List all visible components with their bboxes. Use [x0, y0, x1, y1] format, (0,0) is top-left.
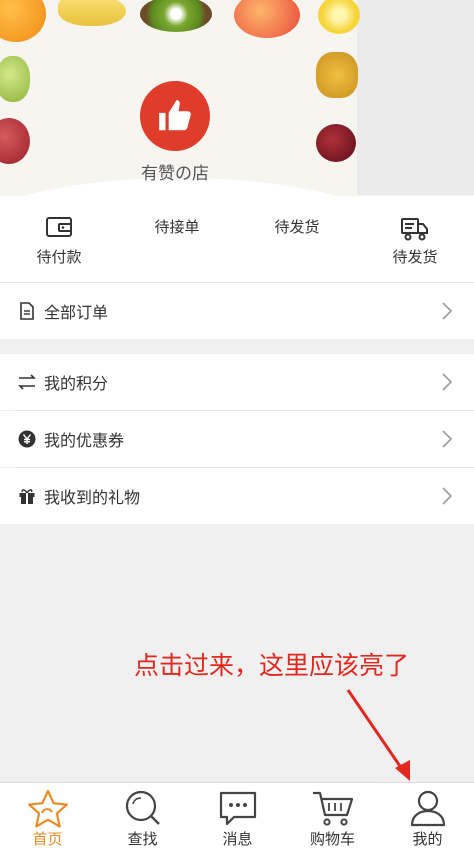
- tab-label: 消息: [222, 830, 253, 848]
- tab-label: 我的: [412, 830, 443, 848]
- shop-name: 有赞の店: [141, 164, 209, 184]
- banana-fruit-image: [58, 0, 126, 26]
- peach-fruit-image: [234, 0, 300, 38]
- tab-label: 查找: [127, 830, 158, 848]
- tab-messages[interactable]: 消息: [190, 783, 285, 854]
- menu-item-label: 我的优惠券: [44, 431, 125, 450]
- menu-item-gifts[interactable]: 我收到的礼物: [0, 468, 474, 524]
- search-icon: [125, 790, 160, 825]
- cherry-fruit-image: [316, 124, 356, 162]
- message-icon: [219, 791, 256, 826]
- kiwi-fruit-image: [140, 0, 212, 32]
- tab-label: 购物车: [309, 830, 355, 848]
- orange-fruit-image: [0, 0, 46, 42]
- order-status-pending-accept[interactable]: 待接单: [118, 196, 236, 282]
- order-status-row: 待付款 待接单 待发货 待发货: [0, 196, 474, 283]
- chevron-right-icon: [442, 302, 452, 320]
- order-status-label: 待付款: [36, 248, 82, 266]
- annotation-arrow-icon: [346, 689, 410, 781]
- bottom-tab-bar: 首页 查找 消息 购物车 我的: [0, 782, 474, 854]
- tab-me[interactable]: 我的: [380, 783, 474, 854]
- order-status-label: 待发货: [274, 218, 320, 236]
- annotation-text: 点击过来，这里应该亮了: [134, 651, 410, 680]
- order-status-pending-ship-2[interactable]: 待发货: [356, 196, 474, 282]
- yen-coin-icon: [18, 430, 36, 448]
- chevron-right-icon: [442, 430, 452, 448]
- tab-label: 首页: [32, 830, 63, 848]
- menu-item-label: 我收到的礼物: [44, 488, 141, 507]
- thumbs-up-icon: [159, 100, 191, 131]
- order-status-pending-ship[interactable]: 待发货: [238, 196, 356, 282]
- pomegranate-fruit-image: [0, 118, 30, 164]
- all-orders-item[interactable]: 全部订单: [0, 283, 474, 339]
- order-status-pending-payment[interactable]: 待付款: [0, 196, 118, 282]
- order-status-label: 待接单: [154, 218, 200, 236]
- tab-search[interactable]: 查找: [95, 783, 190, 854]
- order-status-label: 待发货: [392, 248, 438, 266]
- edit-doc-icon: [18, 302, 36, 320]
- tab-home[interactable]: 首页: [0, 783, 95, 854]
- grape-fruit-image: [0, 56, 30, 102]
- star-icon: [27, 789, 68, 828]
- menu-item-points[interactable]: 我的积分: [0, 354, 474, 410]
- lemon-fruit-image: [318, 0, 360, 34]
- all-orders-label: 全部订单: [44, 303, 109, 322]
- exchange-icon: [18, 373, 36, 391]
- menu-item-coupons[interactable]: 我的优惠券: [0, 411, 474, 467]
- user-icon: [410, 790, 445, 827]
- truck-icon: [401, 218, 428, 241]
- gift-icon: [18, 487, 36, 505]
- menu-item-label: 我的积分: [44, 374, 109, 393]
- tab-cart[interactable]: 购物车: [285, 783, 380, 854]
- cart-icon: [312, 791, 353, 826]
- chevron-right-icon: [442, 373, 452, 391]
- banner-gray-panel: [357, 0, 474, 195]
- pineapple-fruit-image: [316, 52, 358, 98]
- chevron-right-icon: [442, 487, 452, 505]
- wallet-icon: [46, 217, 72, 237]
- shop-banner: 有赞の店: [0, 0, 474, 196]
- shop-logo[interactable]: [140, 81, 210, 151]
